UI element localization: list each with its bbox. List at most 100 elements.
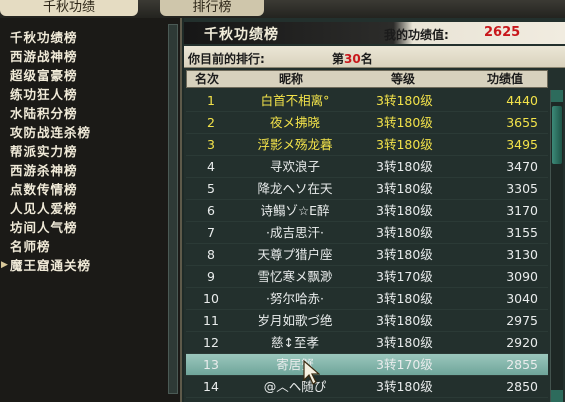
table-row[interactable]: 10 ·努尔哈赤· 3转180级 3040 — [186, 288, 548, 310]
rank-prefix: 第 — [332, 52, 345, 66]
sidebar-item-label: 魔王窟通关榜 — [10, 258, 92, 273]
tab-leaderboard[interactable]: 排行榜 — [160, 0, 264, 16]
ranking-scrollbar[interactable] — [550, 90, 563, 402]
level-cell: 3转180级 — [376, 203, 433, 218]
table-row[interactable]: 13 寄居蟹 3转170级 2855 — [186, 354, 548, 376]
rank-cell: 6 — [207, 203, 215, 218]
table-header: 名次 昵称 等级 功绩值 — [186, 70, 548, 88]
name-cell: 浮影メ殇龙暮 — [257, 137, 333, 152]
header-rank: 名次 — [195, 72, 220, 86]
score-cell: 2975 — [506, 313, 538, 328]
header-level: 等级 — [391, 72, 416, 86]
table-row[interactable]: 2 夜メ拂晓 3转180级 3655 — [186, 112, 548, 134]
level-cell: 3转180级 — [376, 335, 433, 350]
sidebar-scrollbar[interactable] — [168, 24, 178, 394]
score-cell: 3305 — [506, 181, 538, 196]
sidebar-item-label: 西游战神榜 — [10, 49, 78, 64]
sidebar-item[interactable]: 坊间人气榜 — [10, 218, 91, 237]
sidebar-item-label: 超级富豪榜 — [10, 68, 78, 83]
sidebar-list: 千秋功绩榜西游战神榜超级富豪榜练功狂人榜水陆积分榜攻防战连杀榜 帮派实力榜西游杀神… — [1, 28, 92, 275]
rank-suffix: 名 — [360, 52, 373, 66]
rank-cell: 7 — [207, 225, 215, 240]
rank-cell: 13 — [203, 357, 219, 372]
sidebar-item-label: 坊间人气榜 — [10, 220, 78, 235]
sidebar-item-label: 点数传情榜 — [10, 182, 78, 197]
level-cell: 3转180级 — [376, 137, 433, 152]
scroll-thumb[interactable] — [552, 106, 562, 164]
sidebar-item[interactable]: 名师榜 — [10, 237, 91, 256]
rank-cell: 3 — [207, 137, 215, 152]
score-cell: 3655 — [506, 115, 538, 130]
level-cell: 3转180级 — [376, 379, 433, 394]
table-row[interactable]: 8 天尊プ猎户座 3转180级 3130 — [186, 244, 548, 266]
sidebar-item[interactable]: ▶ 魔王窟通关榜 — [1, 256, 92, 275]
name-cell: 寄居蟹 — [276, 357, 314, 372]
table-row[interactable]: 5 降龙ヘソ在天 3转180级 3305 — [186, 178, 548, 200]
table-row[interactable]: 4 寻欢浪子 3转180级 3470 — [186, 156, 548, 178]
level-cell: 3转170级 — [376, 269, 433, 284]
sidebar-item[interactable]: 帮派实力榜 — [10, 142, 91, 161]
my-rank-label: 你目前的排行: — [188, 52, 265, 66]
name-cell: 夜メ拂晓 — [269, 115, 320, 130]
level-cell: 3转180级 — [376, 225, 433, 240]
sidebar-item-label: 攻防战连杀榜 — [10, 125, 92, 140]
table-row[interactable]: 1 白首不相离° 3转180级 4440 — [186, 90, 548, 112]
expand-arrow-icon: ▶ — [1, 260, 9, 270]
rank-cell: 2 — [207, 115, 215, 130]
table-row[interactable]: 9 雪忆寒メ飘渺 3转170级 3090 — [186, 266, 548, 288]
table-row[interactable]: 3 浮影メ殇龙暮 3转180级 3495 — [186, 134, 548, 156]
rank-cell: 11 — [203, 313, 219, 328]
sidebar-item-label: 西游杀神榜 — [10, 163, 78, 178]
leaderboard-sidebar: 千秋功绩榜西游战神榜超级富豪榜练功狂人榜水陆积分榜攻防战连杀榜 帮派实力榜西游杀神… — [0, 18, 182, 402]
sidebar-item[interactable]: 人见人爱榜 — [10, 199, 91, 218]
sidebar-item-label: 千秋功绩榜 — [10, 30, 78, 45]
name-cell: 降龙ヘソ在天 — [257, 181, 333, 196]
name-cell: @︿ヘ随ぴ — [263, 379, 327, 394]
sidebar-item[interactable]: 西游杀神榜 — [10, 161, 91, 180]
my-rank-text: 第30名 — [332, 50, 373, 67]
rank-cell: 12 — [203, 335, 219, 350]
score-cell: 2920 — [506, 335, 538, 350]
score-cell: 3040 — [506, 291, 538, 306]
rank-cell: 5 — [207, 181, 215, 196]
sidebar-item-label: 帮派实力榜 — [10, 144, 78, 159]
rank-cell: 8 — [207, 247, 215, 262]
level-cell: 3转180级 — [376, 291, 433, 306]
scroll-down-button[interactable] — [551, 390, 563, 402]
sidebar-item[interactable]: 超级富豪榜 — [10, 66, 91, 85]
sidebar-item[interactable]: 西游战神榜 — [10, 47, 91, 66]
sidebar-item-label: 人见人爱榜 — [10, 201, 78, 216]
sidebar-item[interactable]: 点数传情榜 — [10, 180, 91, 199]
name-cell: 雪忆寒メ飘渺 — [257, 269, 333, 284]
my-rank-bar: 你目前的排行: 第30名 — [184, 46, 565, 68]
sidebar-item[interactable]: 水陆积分榜 — [10, 104, 91, 123]
score-cell: 3090 — [506, 269, 538, 284]
sidebar-item[interactable]: 练功狂人榜 — [10, 85, 91, 104]
sidebar-item-label: 练功狂人榜 — [10, 87, 78, 102]
my-rank-value: 30 — [344, 52, 361, 66]
table-row[interactable]: 6 诗鳎ゾ☆E醉 3转180级 3170 — [186, 200, 548, 222]
table-row[interactable]: 11 岁月如歌づ绝 3转180级 2975 — [186, 310, 548, 332]
score-cell: 3130 — [506, 247, 538, 262]
rank-cell: 9 — [207, 269, 215, 284]
tab-achievements[interactable]: 千秋功绩 — [0, 0, 138, 16]
ranking-panel: 千秋功绩榜 我的功绩值: 2625 你目前的排行: 第30名 名次 昵称 等级 … — [184, 18, 565, 402]
sidebar-item[interactable]: 攻防战连杀榜 — [10, 123, 91, 142]
level-cell: 3转180级 — [376, 93, 433, 108]
rank-cell: 14 — [203, 379, 219, 394]
table-row[interactable]: 7 ·成吉思汗· 3转180级 3155 — [186, 222, 548, 244]
rank-cell: 1 — [207, 93, 215, 108]
name-cell: 天尊プ猎户座 — [257, 247, 333, 262]
sidebar-item[interactable]: 千秋功绩榜 — [10, 28, 91, 47]
table-row[interactable]: 14 @︿ヘ随ぴ 3转180级 2850 — [186, 376, 548, 398]
scroll-up-button[interactable] — [551, 90, 563, 102]
table-row[interactable]: 12 慈↕至孝 3转180级 2920 — [186, 332, 548, 354]
name-cell: 寻欢浪子 — [269, 159, 320, 174]
header-name: 昵称 — [279, 72, 304, 86]
score-cell: 3470 — [506, 159, 538, 174]
score-cell: 3155 — [506, 225, 538, 240]
name-cell: 白首不相离° — [260, 93, 330, 108]
name-cell: 慈↕至孝 — [271, 335, 319, 350]
mouse-cursor-icon — [303, 360, 320, 385]
rank-cell: 4 — [207, 159, 215, 174]
